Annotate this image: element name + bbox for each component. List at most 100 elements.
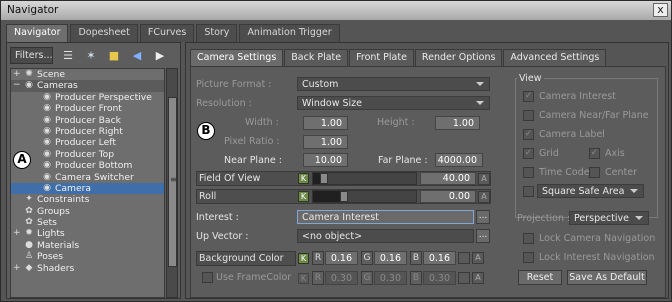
interest-label: Interest : <box>196 212 239 223</box>
save-as-default-button[interactable]: Save As Default <box>567 270 647 285</box>
camera-near-far-checkbox[interactable] <box>523 110 534 121</box>
roll-field[interactable]: 0.00 <box>420 190 476 203</box>
projection-dropdown[interactable]: Perspective <box>569 211 649 225</box>
camera-interest-checkbox[interactable]: ✓ <box>523 91 534 102</box>
expand-icon[interactable]: + <box>13 69 22 80</box>
tree-item[interactable]: ✿ Sets <box>11 217 164 228</box>
title-bar: Navigator x <box>1 1 671 20</box>
reset-button[interactable]: Reset <box>518 270 562 285</box>
width-field[interactable]: 1.00 <box>303 116 348 130</box>
resolution-dropdown[interactable]: Window Size <box>297 96 490 110</box>
bg-color-swatch[interactable] <box>458 252 470 264</box>
tab-render-options[interactable]: Render Options <box>414 49 503 66</box>
scene-browser: Filters... ☰ ✶ ■ ◀ ▶ + ✺ Scene − ◉ Cameras ◉ Pr… <box>6 42 181 299</box>
tab-front-plate[interactable]: Front Plate <box>349 49 414 66</box>
picture-format-dropdown[interactable]: Custom <box>297 77 490 91</box>
tree-item[interactable]: + ◆ Shaders <box>11 263 164 274</box>
tree-item[interactable]: ◉ Producer Perspective <box>11 92 164 103</box>
frame-color-swatch[interactable] <box>458 272 470 284</box>
tab-back-plate[interactable]: Back Plate <box>284 49 349 66</box>
expand-icon[interactable]: + <box>13 228 22 239</box>
bg-g-field[interactable]: 0.16 <box>374 251 407 265</box>
list-icon[interactable]: ☰ <box>60 48 76 64</box>
forward-arrow-icon[interactable]: ▶ <box>152 48 168 64</box>
fov-slider-thumb[interactable] <box>320 173 328 184</box>
filters-button[interactable]: Filters... <box>10 47 53 64</box>
fov-field[interactable]: 40.00 <box>420 172 476 185</box>
tab-animation-trigger[interactable]: Animation Trigger <box>239 24 340 42</box>
bg-color-key-button[interactable]: K <box>298 253 309 264</box>
roll-slider[interactable] <box>312 190 417 203</box>
tree-item[interactable]: ✦ Constraints <box>11 194 164 205</box>
frame-color-arrow-button[interactable]: A <box>472 272 484 284</box>
pose-icon: ♙ <box>24 251 34 262</box>
fov-key-button[interactable]: K <box>298 173 309 184</box>
tree-item[interactable]: ◉ Producer Front <box>11 103 164 114</box>
near-plane-field[interactable]: 10.00 <box>303 153 348 167</box>
up-vector-browse-button[interactable]: ... <box>476 229 490 243</box>
tree-item[interactable]: ◉ Camera <box>11 182 164 195</box>
pixel-ratio-field[interactable]: 1.00 <box>303 135 348 149</box>
up-vector-field[interactable]: <no object> <box>297 229 474 243</box>
tree-item[interactable]: ◉ Producer Left <box>11 137 164 148</box>
tab-fcurves[interactable]: FCurves <box>139 24 195 42</box>
tree-item[interactable]: ◉ Producer Right <box>11 126 164 137</box>
interest-browse-button[interactable]: ... <box>476 210 490 224</box>
tab-dopesheet[interactable]: Dopesheet <box>70 24 138 42</box>
tree-item[interactable]: ◉ Producer Back <box>11 115 164 126</box>
tree-item[interactable]: + ✹ Lights <box>11 228 164 239</box>
roll-arrow-button[interactable]: A <box>478 191 490 203</box>
time-code-label: Time Code <box>539 167 590 178</box>
scene-tree[interactable]: + ✺ Scene − ◉ Cameras ◉ Producer Perspective ◉ Pr… <box>10 68 165 298</box>
frame-b-field[interactable]: 0.30 <box>423 271 456 285</box>
camera-label-checkbox[interactable]: ✓ <box>523 129 534 140</box>
main-tab-bar: Navigator Dopesheet FCurves Story Animat… <box>6 24 342 42</box>
tree-item[interactable]: ✿ Groups <box>11 206 164 217</box>
far-plane-field[interactable]: 4000.00 <box>435 153 483 167</box>
tree-item[interactable]: ◉ Producer Top <box>11 149 164 160</box>
tab-story[interactable]: Story <box>196 24 238 42</box>
fov-slider[interactable] <box>312 172 417 185</box>
tree-item[interactable]: ● Materials <box>11 240 164 251</box>
tree-item[interactable]: − ◉ Cameras <box>11 80 164 92</box>
tree-item-label: Producer Bottom <box>55 160 133 172</box>
frame-color-key-button[interactable]: K <box>298 273 309 284</box>
bg-r-field[interactable]: 0.16 <box>325 251 358 265</box>
fov-arrow-button[interactable]: A <box>478 173 490 185</box>
expand-icon[interactable]: + <box>13 263 22 274</box>
tab-advanced-settings[interactable]: Advanced Settings <box>503 49 607 66</box>
grid-checkbox[interactable]: ✓ <box>523 148 534 159</box>
height-field[interactable]: 1.00 <box>435 116 480 130</box>
lock-camera-nav-checkbox[interactable] <box>523 233 534 244</box>
lock-interest-nav-checkbox[interactable] <box>523 252 534 263</box>
tab-camera-settings[interactable]: Camera Settings <box>190 49 284 66</box>
safe-area-checkbox[interactable] <box>523 186 534 197</box>
roll-slider-thumb[interactable] <box>340 191 348 202</box>
tree-scrollbar[interactable]: ≡ <box>166 68 178 298</box>
roll-key-button[interactable]: K <box>298 191 309 202</box>
scrollbar-thumb[interactable]: ≡ <box>168 97 177 267</box>
safe-area-dropdown[interactable]: Square Safe Area <box>537 184 644 198</box>
bg-color-arrow-button[interactable]: A <box>472 252 484 264</box>
center-checkbox[interactable] <box>589 167 600 178</box>
axis-checkbox[interactable]: ✓ <box>589 148 600 159</box>
frame-g-field[interactable]: 0.30 <box>374 271 407 285</box>
tree-item-label: Poses <box>37 251 64 263</box>
back-arrow-icon[interactable]: ◀ <box>129 48 145 64</box>
close-icon[interactable]: x <box>653 3 668 17</box>
tree-item[interactable]: ♙ Poses <box>11 251 164 262</box>
interest-field[interactable]: Camera Interest <box>297 210 474 224</box>
add-filter-icon[interactable]: ✶ <box>83 48 99 64</box>
tab-navigator[interactable]: Navigator <box>6 24 69 42</box>
collapse-icon[interactable]: − <box>13 80 22 91</box>
lock-icon[interactable]: ■ <box>106 48 122 64</box>
tree-item[interactable]: ◉ Producer Bottom <box>11 160 164 171</box>
frame-r-field[interactable]: 0.30 <box>325 271 358 285</box>
tree-item[interactable]: ◉ Camera Switcher <box>11 172 164 183</box>
use-frame-color-checkbox[interactable] <box>202 272 213 283</box>
time-code-checkbox[interactable] <box>523 167 534 178</box>
tree-item[interactable]: + ✺ Scene <box>11 69 164 80</box>
use-frame-color-label: Use FrameColor <box>216 272 292 283</box>
bg-b-field[interactable]: 0.16 <box>423 251 456 265</box>
shader-icon: ◆ <box>25 262 33 273</box>
